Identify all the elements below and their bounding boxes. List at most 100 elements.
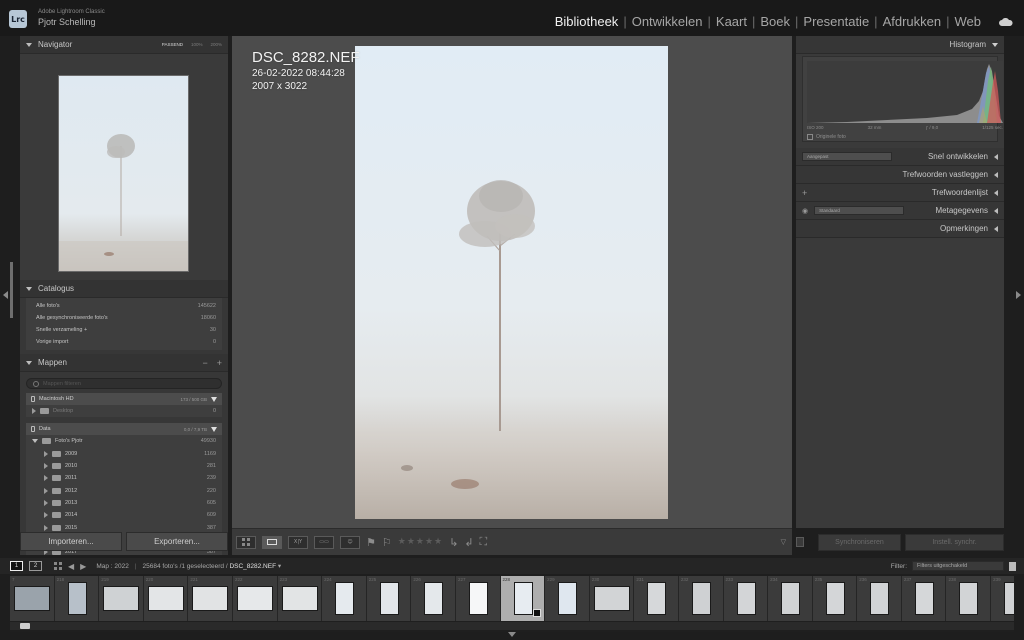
disclosure-triangle-icon[interactable] <box>26 360 32 365</box>
zoom-200-option[interactable]: 200% <box>210 42 222 47</box>
expand-arrow-icon[interactable] <box>44 450 48 457</box>
add-keyword-icon[interactable]: + <box>802 188 807 198</box>
filmstrip-cell[interactable]: 228 <box>500 576 546 621</box>
filmstrip-thumbnail[interactable] <box>781 582 801 615</box>
volume-macintosh-hd[interactable]: Macintosh HD 173 / 500 GB <box>26 393 222 405</box>
filmstrip-thumbnail[interactable] <box>147 586 184 611</box>
filmstrip-thumbnail[interactable] <box>14 586 50 611</box>
filmstrip-thumbnail[interactable] <box>103 586 140 611</box>
crop-overlay-icon[interactable]: ⛶ <box>480 535 488 549</box>
loupe-view-button[interactable] <box>262 535 282 549</box>
left-panel-edge[interactable] <box>0 36 13 557</box>
module-slideshow[interactable]: Presentatie <box>798 14 874 29</box>
folder-year[interactable]: 2011 239 <box>26 472 222 484</box>
catalog-item-previous-import[interactable]: Vorige import 0 <box>26 336 222 348</box>
module-map[interactable]: Kaart <box>711 14 752 29</box>
volume-collapse-icon[interactable] <box>211 396 217 402</box>
folder-year[interactable]: 2009 1169 <box>26 448 222 460</box>
filmstrip-cell[interactable]: 7 <box>10 576 55 621</box>
filmstrip-cell[interactable]: 227 <box>455 576 501 621</box>
original-photo-toggle[interactable]: Originele foto <box>807 134 846 140</box>
survey-view-button[interactable]: ▭▭ <box>314 535 334 549</box>
histogram-header[interactable]: Histogram <box>796 36 1004 54</box>
folder-year[interactable]: 2014 609 <box>26 509 222 521</box>
filmstrip-cell[interactable]: 226 <box>411 576 456 621</box>
grid-view-button[interactable] <box>236 535 256 549</box>
filmstrip-thumbnail[interactable] <box>558 582 578 615</box>
flag-pick-icon[interactable]: ⚑ <box>366 536 376 549</box>
filmstrip-cell[interactable]: 237 <box>901 576 947 621</box>
collapse-right-arrow-icon[interactable] <box>1016 291 1021 299</box>
filmstrip-path[interactable]: 25684 foto's /1 geselecteerd / DSC_8282.… <box>143 562 282 570</box>
expand-section-icon[interactable] <box>994 225 998 232</box>
filmstrip-cell[interactable]: 223 <box>277 576 323 621</box>
filmstrip-cell[interactable]: 234 <box>768 576 813 621</box>
volume-collapse-icon[interactable] <box>211 426 217 432</box>
folders-header[interactable]: Mappen − + <box>20 354 228 372</box>
disclosure-triangle-icon[interactable] <box>26 286 32 291</box>
filmstrip-thumbnail[interactable] <box>691 582 711 615</box>
eye-icon[interactable]: ◉ <box>802 207 808 215</box>
quick-develop-header[interactable]: Aangepast Snel ontwikkelen <box>796 148 1004 166</box>
module-web[interactable]: Web <box>950 14 987 29</box>
filmstrip-thumbnail[interactable] <box>192 586 229 611</box>
filmstrip-cell[interactable]: 222 <box>232 576 278 621</box>
keyword-list-header[interactable]: + Trefwoordenlijst <box>796 184 1004 202</box>
user-name[interactable]: Pjotr Schelling <box>38 17 96 27</box>
rotate-left-icon[interactable]: ↳ <box>449 536 458 549</box>
export-button[interactable]: Exporteren... <box>126 532 228 551</box>
expand-section-icon[interactable] <box>994 171 998 178</box>
expand-arrow-icon[interactable] <box>44 524 48 531</box>
sync-button[interactable]: Synchroniseren <box>817 533 902 551</box>
auto-sync-toggle[interactable] <box>796 537 804 547</box>
filmstrip-thumbnail[interactable] <box>959 582 979 615</box>
metadata-preset-dropdown[interactable]: Standaard <box>814 206 905 215</box>
folder-fotos-pjotr[interactable]: Foto's Pjotr 49930 <box>26 435 222 447</box>
collapse-left-arrow-icon[interactable] <box>3 291 8 299</box>
filmstrip-cell[interactable]: 232 <box>678 576 724 621</box>
filmstrip-thumbnail[interactable] <box>593 586 630 611</box>
main-screen-button[interactable]: 1 <box>10 561 23 571</box>
module-develop[interactable]: Ontwikkelen <box>627 14 708 29</box>
catalog-item-quick-collection[interactable]: Snelle verzameling + 30 <box>26 324 222 336</box>
add-folder-icon[interactable]: + <box>217 358 222 368</box>
catalog-item-all-photos[interactable]: Alle foto's 145622 <box>26 300 222 312</box>
filmstrip-thumbnail[interactable] <box>736 582 756 615</box>
compare-view-button[interactable]: X|Y <box>288 535 308 549</box>
back-arrow-icon[interactable]: ◀ <box>68 562 74 571</box>
expand-arrow-icon[interactable] <box>44 499 48 506</box>
filmstrip-thumbnail[interactable] <box>424 582 444 615</box>
filmstrip-thumbnail[interactable] <box>236 586 273 611</box>
second-screen-button[interactable]: 2 <box>29 561 42 571</box>
filmstrip-thumbnail[interactable] <box>825 582 845 615</box>
zoom-fit-option[interactable]: PASSEND <box>162 42 183 47</box>
filmstrip-cell[interactable]: 233 <box>723 576 769 621</box>
folder-year[interactable]: 2012 220 <box>26 484 222 496</box>
flag-reject-icon[interactable]: ⚐ <box>382 536 392 549</box>
rotate-right-icon[interactable]: ↲ <box>464 536 473 549</box>
module-book[interactable]: Boek <box>755 14 795 29</box>
expand-arrow-icon[interactable] <box>44 475 48 482</box>
filmstrip-cell[interactable]: 235 <box>812 576 858 621</box>
filmstrip-cell[interactable]: 239 <box>991 576 1014 621</box>
filmstrip-cell[interactable]: 219 <box>99 576 144 621</box>
main-photo[interactable] <box>355 46 668 519</box>
filmstrip-thumbnail[interactable] <box>513 582 533 615</box>
filmstrip-thumbnail[interactable] <box>1004 582 1014 615</box>
people-view-button[interactable]: ☺ <box>340 535 360 549</box>
filmstrip-thumbnail[interactable] <box>335 582 355 615</box>
filmstrip-cell[interactable]: 224 <box>322 576 367 621</box>
expand-section-icon[interactable] <box>994 207 998 214</box>
filmstrip-thumbnail[interactable] <box>914 582 934 615</box>
expand-section-icon[interactable] <box>994 189 998 196</box>
folder-desktop[interactable]: Desktop 0 <box>26 405 222 417</box>
folder-year[interactable]: 2010 281 <box>26 460 222 472</box>
expand-section-icon[interactable] <box>994 153 998 160</box>
remove-folder-icon[interactable]: − <box>202 358 207 368</box>
volume-data[interactable]: Data 0,0 / 7,9 TB <box>26 423 222 436</box>
disclosure-triangle-icon[interactable] <box>26 42 32 47</box>
filmstrip-cell[interactable]: 231 <box>634 576 679 621</box>
grid-icon[interactable] <box>54 562 62 570</box>
navigator-thumbnail[interactable] <box>58 75 189 272</box>
filmstrip-cell[interactable]: 230 <box>589 576 635 621</box>
